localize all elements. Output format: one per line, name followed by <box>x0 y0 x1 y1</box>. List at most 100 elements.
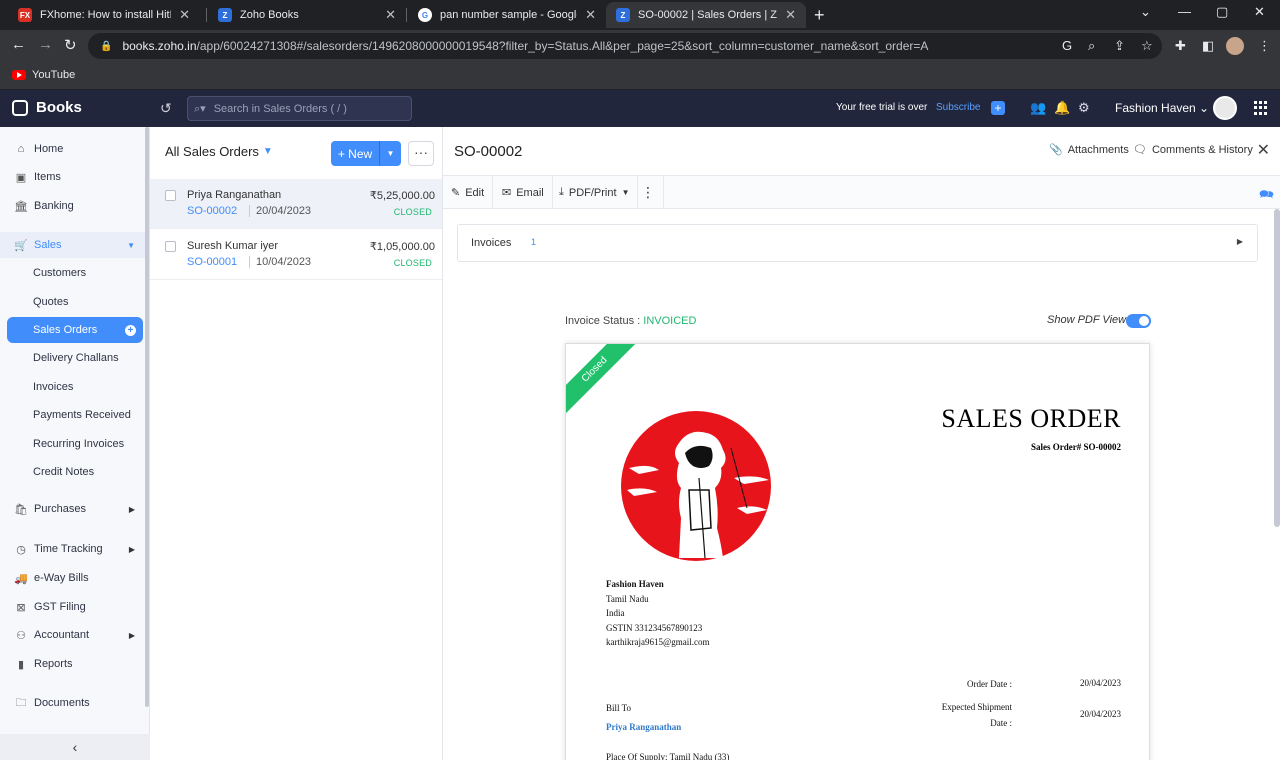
reload-icon[interactable]: ↻ <box>64 36 77 54</box>
sidebar-item-label: Time Tracking <box>34 543 103 555</box>
sidebar-item-label: Customers <box>33 267 87 279</box>
bill-to-name[interactable]: Priya Ranganathan <box>606 722 681 732</box>
sidebar-item-sales-orders[interactable]: Sales Orders + <box>7 317 143 343</box>
sidebar-item-label: Home <box>34 143 64 155</box>
close-icon[interactable]: ✕ <box>1257 140 1270 160</box>
recent-history-icon[interactable]: ↺ <box>160 100 172 117</box>
sidebar-item-label: Quotes <box>33 296 69 308</box>
close-tab-icon[interactable]: ✕ <box>179 7 190 23</box>
search-icon[interactable]: ⌕▾ <box>194 102 206 116</box>
notifications-bell-icon[interactable]: 🔔 <box>1054 100 1070 116</box>
browser-tab-zoho-books[interactable]: Z Zoho Books ✕ <box>208 2 406 28</box>
row-checkbox[interactable] <box>165 190 176 201</box>
detail-scrollbar[interactable] <box>1274 209 1280 527</box>
search-input[interactable]: Search in Sales Orders ( / ) <box>214 103 347 115</box>
gst-icon: ⊠ <box>16 601 26 614</box>
comments-history-button[interactable]: 🗨 Comments & History <box>1133 143 1253 157</box>
show-pdf-view-toggle[interactable] <box>1126 314 1151 328</box>
sidebar-item-eway-bills[interactable]: 🚚 e-Way Bills <box>0 565 145 591</box>
comments-label: Comments & History <box>1151 143 1253 156</box>
pdf-print-button[interactable]: ⤓ PDF/Print ▼ <box>551 176 639 209</box>
browser-tab-fxhome[interactable]: FX FXhome: How to install HitFilm \ ✕ <box>8 2 200 28</box>
forward-icon[interactable]: → <box>38 36 53 53</box>
back-icon[interactable]: ← <box>11 36 26 53</box>
sidebar-item-payments-received[interactable]: Payments Received <box>0 402 145 428</box>
new-tab-icon[interactable]: + <box>814 5 825 26</box>
close-tab-icon[interactable]: ✕ <box>785 7 796 23</box>
close-tab-icon[interactable]: ✕ <box>385 7 396 23</box>
close-window-icon[interactable]: ✕ <box>1254 4 1265 20</box>
trial-notice: Your free trial is over <box>836 102 928 113</box>
sidebar-item-label: Payments Received <box>33 409 131 421</box>
sidebar-item-sales[interactable]: 🛒 Sales ▼ <box>0 232 145 258</box>
sidebar-item-customers[interactable]: Customers <box>0 260 145 286</box>
more-options-button[interactable]: ··· <box>408 141 434 166</box>
sidebar-scrollbar[interactable] <box>145 127 149 707</box>
url-path: /app/60024271308#/salesorders/1496208000… <box>196 39 929 53</box>
new-button[interactable]: + New <box>331 147 379 161</box>
profile-avatar[interactable] <box>1226 37 1244 55</box>
minimize-icon[interactable]: — <box>1178 4 1191 19</box>
add-sales-order-icon[interactable]: + <box>125 324 136 336</box>
chat-icon[interactable]: 🗪 <box>1259 185 1274 206</box>
books-brand[interactable]: Books <box>12 99 82 116</box>
settings-gear-icon[interactable]: ⚙ <box>1078 100 1090 116</box>
sidebar-item-items[interactable]: ▣ Items <box>0 164 145 190</box>
shipment-date-label: Expected Shipment <box>941 702 1012 712</box>
sidebar-item-recurring-invoices[interactable]: Recurring Invoices <box>0 431 145 457</box>
list-view-selector[interactable]: All Sales Orders ▼ <box>165 144 273 159</box>
users-icon[interactable]: 👥 <box>1030 100 1046 116</box>
quick-create-button[interactable]: + <box>991 101 1005 115</box>
sidebar-item-gst-filing[interactable]: ⊠ GST Filing <box>0 594 145 620</box>
document-heading: SALES ORDER <box>941 404 1121 433</box>
collapse-sidebar-button[interactable]: ‹ <box>0 734 150 760</box>
user-avatar[interactable] <box>1213 96 1237 120</box>
new-button-group: + New ▼ <box>331 141 401 166</box>
sidebar-item-quotes[interactable]: Quotes <box>0 289 145 315</box>
global-search[interactable]: ⌕▾ Search in Sales Orders ( / ) <box>187 96 412 121</box>
sidebar-item-banking[interactable]: 🏛 Banking <box>0 193 145 219</box>
attachments-button[interactable]: 📎 Attachments <box>1049 143 1129 157</box>
order-date-value: 20/04/2023 <box>1079 678 1121 688</box>
reports-icon: ▮ <box>17 658 25 671</box>
row-checkbox[interactable] <box>165 241 176 252</box>
email-button[interactable]: ✉ Email <box>494 176 553 209</box>
sidebar-item-delivery-challans[interactable]: Delivery Challans <box>0 345 145 371</box>
more-actions-button[interactable]: ⋮ <box>633 176 664 209</box>
sidebar-item-home[interactable]: ⌂ Home <box>0 136 145 162</box>
maximize-icon[interactable]: ▢ <box>1216 4 1228 20</box>
google-favicon-icon: G <box>418 8 432 22</box>
bag-icon: 🛍 <box>14 503 28 516</box>
row-customer: Priya Ranganathan <box>187 189 282 201</box>
sidebar-item-time-tracking[interactable]: ◷ Time Tracking ▶ <box>0 536 145 562</box>
extensions-icon[interactable]: ✚ <box>1175 38 1186 54</box>
sidebar-item-credit-notes[interactable]: Credit Notes <box>0 459 145 485</box>
invoices-panel[interactable]: Invoices 1 ▶ <box>457 224 1258 262</box>
list-item[interactable]: Priya Ranganathan ₹5,25,000.00 SO-00002 … <box>150 179 442 229</box>
side-panel-icon[interactable]: ◧ <box>1202 38 1214 54</box>
sidebar-item-reports[interactable]: ▮ Reports <box>0 651 145 677</box>
sidebar-item-documents[interactable]: 🗀 Documents <box>0 690 145 716</box>
share-icon[interactable]: ⇪ <box>1114 38 1125 54</box>
sidebar-item-label: Credit Notes <box>33 466 95 478</box>
list-item[interactable]: Suresh Kumar iyer ₹1,05,000.00 SO-00001 … <box>150 230 442 280</box>
tab-search-chevron-icon[interactable]: ⌄ <box>1140 4 1151 20</box>
subscribe-link[interactable]: Subscribe <box>936 102 980 113</box>
chrome-menu-icon[interactable]: ⋮ <box>1258 38 1271 54</box>
browser-tab-sales-order[interactable]: Z SO-00002 | Sales Orders | Zoho | ✕ <box>606 2 806 28</box>
ribbon-label: Closed <box>566 344 641 416</box>
apps-grid-icon[interactable] <box>1254 101 1268 115</box>
browser-tab-google[interactable]: G pan number sample - Google Se ✕ <box>408 2 606 28</box>
sidebar-item-purchases[interactable]: 🛍 Purchases ▶ <box>0 496 145 522</box>
address-bar[interactable]: 🔒 books.zoho.in/app/60024271308#/salesor… <box>88 33 1162 59</box>
new-dropdown-button[interactable]: ▼ <box>379 141 401 166</box>
google-icon[interactable]: G <box>1062 38 1072 53</box>
zoom-icon[interactable]: ⌕ <box>1088 38 1095 54</box>
close-tab-icon[interactable]: ✕ <box>585 7 596 23</box>
edit-button[interactable]: ✎ Edit <box>443 176 494 209</box>
bookmark-star-icon[interactable]: ☆ <box>1141 38 1153 54</box>
sidebar-item-invoices[interactable]: Invoices <box>0 374 145 400</box>
organization-switcher[interactable]: Fashion Haven ⌄ <box>1115 101 1209 115</box>
sidebar-item-accountant[interactable]: ⚇ Accountant ▶ <box>0 622 145 648</box>
bookmark-youtube[interactable]: YouTube <box>12 69 75 81</box>
